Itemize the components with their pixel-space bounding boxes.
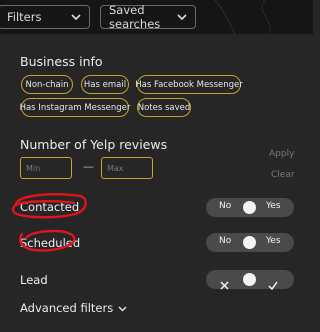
- chevron-down-icon: [71, 13, 81, 21]
- range-dash: —: [83, 160, 94, 173]
- contacted-yes-option[interactable]: Yes: [266, 201, 281, 211]
- contacted-label: Contacted: [20, 200, 80, 214]
- chevron-down-icon: [118, 301, 127, 315]
- clear-button[interactable]: Clear: [271, 170, 295, 180]
- filters-dropdown[interactable]: Filters: [0, 5, 90, 29]
- yelp-reviews-title: Number of Yelp reviews: [20, 137, 168, 152]
- scheduled-no-option[interactable]: No: [219, 236, 231, 246]
- lead-toggle-knob: [243, 273, 256, 286]
- chip-has-instagram-messenger[interactable]: Has Instagram Messenger: [20, 98, 130, 117]
- advanced-filters-button[interactable]: Advanced filters: [20, 301, 127, 315]
- check-icon[interactable]: [268, 275, 278, 294]
- chip-has-facebook-messenger[interactable]: Has Facebook Messenger: [135, 75, 243, 94]
- x-icon[interactable]: [220, 275, 229, 294]
- scheduled-yes-option[interactable]: Yes: [266, 236, 281, 246]
- chevron-down-icon: [177, 13, 187, 21]
- scheduled-toggle-knob: [243, 236, 256, 249]
- contacted-toggle-knob: [243, 201, 256, 214]
- chip-has-email[interactable]: Has email: [81, 75, 129, 94]
- reviews-min-input[interactable]: [20, 157, 72, 179]
- advanced-filters-label: Advanced filters: [20, 301, 114, 315]
- contacted-toggle[interactable]: No Yes: [206, 198, 294, 217]
- chip-non-chain[interactable]: Non-chain: [21, 75, 73, 94]
- chip-notes-saved[interactable]: Notes saved: [137, 98, 191, 117]
- apply-button[interactable]: Apply: [269, 149, 294, 159]
- map-background-lines: [214, 0, 271, 34]
- lead-toggle[interactable]: [206, 270, 294, 291]
- reviews-max-input[interactable]: [101, 157, 153, 179]
- lead-label: Lead: [20, 273, 48, 287]
- top-bar: Filters Saved searches: [0, 0, 313, 34]
- business-info-title: Business info: [20, 54, 103, 69]
- scheduled-label: Scheduled: [20, 236, 81, 250]
- filters-dropdown-label: Filters: [7, 10, 42, 24]
- contacted-no-option[interactable]: No: [219, 201, 231, 211]
- saved-searches-dropdown[interactable]: Saved searches: [100, 3, 196, 31]
- saved-searches-label: Saved searches: [109, 3, 161, 31]
- scheduled-toggle[interactable]: No Yes: [206, 233, 294, 252]
